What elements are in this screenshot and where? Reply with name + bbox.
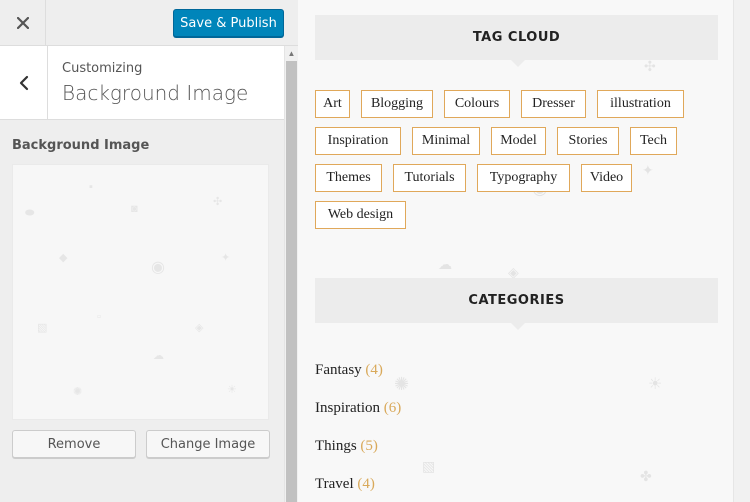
customizing-label: Customizing <box>62 61 143 76</box>
tag-link[interactable]: Dresser <box>521 90 586 118</box>
pattern-icon: ✦ <box>642 162 654 178</box>
tag-link[interactable]: Art <box>315 90 350 118</box>
tag-link[interactable]: illustration <box>597 90 684 118</box>
category-name[interactable]: Fantasy <box>315 362 362 378</box>
tag-link[interactable]: Themes <box>315 164 382 192</box>
tag-link[interactable]: Model <box>491 127 546 155</box>
chevron-left-icon <box>19 75 28 91</box>
site-preview: ✣ ◉ ✦ ☁ ◈ ✺ ☀ ▧ ✤ TAG CLOUD Art Blogging… <box>298 0 750 502</box>
pattern-icon: ⬬ <box>25 207 35 219</box>
pattern-icon: ▧ <box>37 322 48 334</box>
tag-link[interactable]: Blogging <box>361 90 433 118</box>
category-count: (4) <box>365 362 383 378</box>
pattern-icon: ☀ <box>227 384 237 396</box>
tag-link[interactable]: Typography <box>477 164 570 192</box>
background-image-label: Background Image <box>12 138 150 153</box>
category-name[interactable]: Travel <box>315 476 354 492</box>
category-name[interactable]: Inspiration <box>315 400 380 416</box>
tag-link[interactable]: Video <box>581 164 632 192</box>
categories-title: CATEGORIES <box>315 278 718 330</box>
customizer-panel: Save & Publish Customizing Background Im… <box>0 0 298 502</box>
pattern-icon: ☁ <box>438 256 452 272</box>
close-icon <box>16 17 29 29</box>
pattern-icon: ☁ <box>153 350 164 362</box>
background-image-preview[interactable]: ▪ ◙ ⬬ ✣ ◆ ◉ ✦ ▫ ▧ ◈ ☁ ✺ ☀ <box>12 164 269 420</box>
scroll-thumb[interactable] <box>286 61 297 502</box>
pattern-icon: ✺ <box>394 374 410 394</box>
category-item[interactable]: Fantasy (4) <box>315 362 383 379</box>
panel-scrollbar[interactable]: ▲ <box>284 46 298 502</box>
customizer-header: Save & Publish <box>0 0 298 46</box>
pattern-icon: ☀ <box>648 376 663 393</box>
customizer-controls: Customizing Background Image Background … <box>0 46 284 502</box>
pattern-icon: ✤ <box>640 468 652 484</box>
category-item[interactable]: Travel (4) <box>315 476 375 493</box>
tag-link[interactable]: Tutorials <box>393 164 466 192</box>
tag-link[interactable]: Colours <box>444 90 510 118</box>
tag-link[interactable]: Web design <box>315 201 406 229</box>
section-header: Customizing Background Image <box>0 46 284 120</box>
section-title: Background Image <box>62 81 249 105</box>
tag-link[interactable]: Stories <box>557 127 619 155</box>
tag-link[interactable]: Tech <box>630 127 677 155</box>
tag-link[interactable]: Inspiration <box>315 127 401 155</box>
pattern-icon: ◆ <box>59 252 68 264</box>
category-count: (5) <box>360 438 378 454</box>
pattern-icon: ◈ <box>195 322 204 334</box>
category-item[interactable]: Things (5) <box>315 438 378 455</box>
preview-right-gutter <box>733 0 750 502</box>
pattern-icon: ▫ <box>97 311 101 323</box>
pattern-icon: ✺ <box>73 386 83 398</box>
pattern-icon: ▧ <box>422 458 436 474</box>
pattern-icon: ✣ <box>213 196 223 208</box>
back-button[interactable] <box>0 46 48 120</box>
change-image-button[interactable]: Change Image <box>146 430 270 458</box>
tag-cloud-title: TAG CLOUD <box>315 15 718 67</box>
pattern-icon: ✣ <box>644 58 656 74</box>
category-name[interactable]: Things <box>315 438 357 454</box>
pattern-icon: ◙ <box>131 203 138 215</box>
tag-link[interactable]: Minimal <box>412 127 480 155</box>
pattern-icon: ✦ <box>221 252 231 264</box>
category-count: (4) <box>357 476 375 492</box>
category-count: (6) <box>383 400 402 416</box>
scroll-up-arrow-icon[interactable]: ▲ <box>285 46 298 60</box>
pattern-icon: ▪ <box>89 181 93 193</box>
pattern-icon: ◉ <box>151 259 165 276</box>
remove-button[interactable]: Remove <box>12 430 136 458</box>
save-publish-button[interactable]: Save & Publish <box>173 9 284 37</box>
close-customizer-button[interactable] <box>0 0 46 46</box>
category-item[interactable]: Inspiration (6) <box>315 400 401 417</box>
